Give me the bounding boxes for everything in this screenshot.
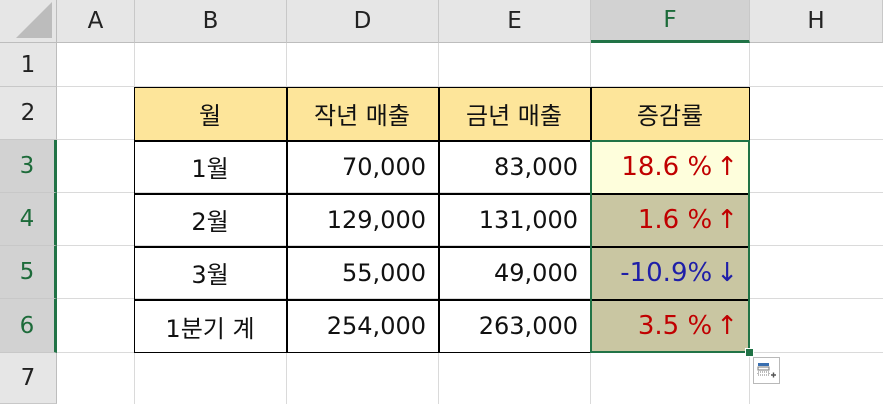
select-all-corner[interactable] bbox=[0, 0, 57, 43]
header-cell-rate[interactable]: 증감률 bbox=[590, 87, 750, 140]
table-cell-last-year[interactable]: 55,000 bbox=[286, 246, 438, 299]
row-header-3[interactable]: 3 bbox=[0, 140, 57, 193]
row-header-2[interactable]: 2 bbox=[0, 87, 57, 140]
arrow-up-icon: ↑ bbox=[716, 151, 738, 182]
row-header-6[interactable]: 6 bbox=[0, 299, 57, 353]
select-all-triangle-icon bbox=[16, 2, 52, 38]
table-cell-last-year[interactable]: 70,000 bbox=[286, 140, 438, 193]
table-cell-this-year[interactable]: 131,000 bbox=[438, 193, 590, 246]
column-header-d[interactable]: D bbox=[287, 0, 439, 43]
table-border-line bbox=[134, 299, 750, 301]
quick-analysis-button[interactable] bbox=[753, 357, 780, 384]
table-cell-rate[interactable]: 3.5 % ↑ bbox=[590, 299, 750, 353]
table-cell-last-year[interactable]: 129,000 bbox=[286, 193, 438, 246]
table-border-line bbox=[286, 87, 288, 353]
arrow-up-icon: ↑ bbox=[716, 311, 738, 341]
quick-analysis-icon bbox=[757, 363, 776, 378]
arrow-down-icon: ↓ bbox=[716, 257, 738, 288]
table-cell-rate-active[interactable]: 18.6 % ↑ bbox=[590, 140, 750, 193]
table-cell-month[interactable]: 1분기 계 bbox=[134, 299, 286, 353]
table-border-line bbox=[438, 87, 440, 353]
column-header-e[interactable]: E bbox=[439, 0, 591, 43]
spreadsheet-grid: A B D E F H 1 2 3 4 5 6 7 월 작년 매출 금년 매출 … bbox=[0, 0, 883, 404]
table-cell-last-year[interactable]: 254,000 bbox=[286, 299, 438, 353]
table-cell-rate[interactable]: -10.9% ↓ bbox=[590, 246, 750, 299]
table-border-line bbox=[590, 87, 592, 353]
header-cell-last-year[interactable]: 작년 매출 bbox=[286, 87, 438, 140]
table-cell-this-year[interactable]: 49,000 bbox=[438, 246, 590, 299]
table-border-line bbox=[134, 140, 750, 142]
header-cell-this-year[interactable]: 금년 매출 bbox=[438, 87, 590, 140]
rate-value: 1.6 % bbox=[637, 204, 713, 235]
header-cell-month[interactable]: 월 bbox=[134, 87, 286, 140]
column-header-f[interactable]: F bbox=[591, 0, 750, 43]
column-header-b[interactable]: B bbox=[135, 0, 287, 43]
table-cell-rate[interactable]: 1.6 % ↑ bbox=[590, 193, 750, 246]
table-border-line bbox=[134, 193, 750, 195]
arrow-up-icon: ↑ bbox=[716, 204, 738, 235]
column-header-a[interactable]: A bbox=[57, 0, 135, 43]
table-cell-month[interactable]: 1월 bbox=[134, 140, 286, 193]
row-header-7[interactable]: 7 bbox=[0, 353, 57, 404]
row-header-4[interactable]: 4 bbox=[0, 193, 57, 246]
rate-value: -10.9% bbox=[620, 257, 713, 288]
rate-value: 3.5 % bbox=[637, 311, 713, 341]
table-cell-this-year[interactable]: 263,000 bbox=[438, 299, 590, 353]
row-header-5[interactable]: 5 bbox=[0, 246, 57, 299]
table-cell-this-year[interactable]: 83,000 bbox=[438, 140, 590, 193]
table-border-line bbox=[134, 246, 750, 248]
column-header-h[interactable]: H bbox=[750, 0, 883, 43]
table-cell-month[interactable]: 3월 bbox=[134, 246, 286, 299]
table-cell-month[interactable]: 2월 bbox=[134, 193, 286, 246]
rate-value: 18.6 % bbox=[621, 151, 713, 182]
row-header-1[interactable]: 1 bbox=[0, 43, 57, 87]
fill-handle[interactable] bbox=[745, 348, 754, 357]
